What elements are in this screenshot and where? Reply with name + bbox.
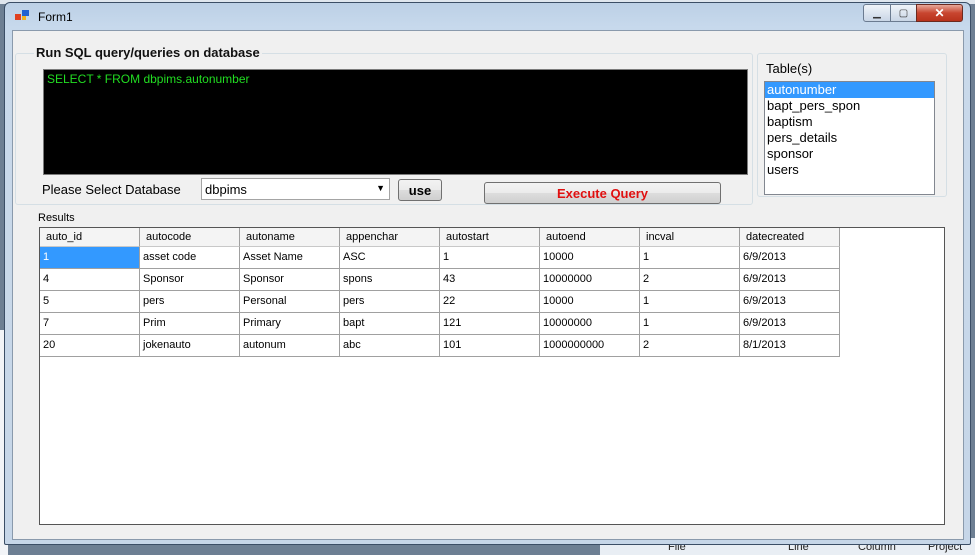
grid-cell[interactable]: spons bbox=[340, 269, 440, 291]
grid-cell[interactable]: 1 bbox=[40, 247, 140, 269]
grid-cell[interactable]: 10000000 bbox=[540, 269, 640, 291]
database-label: Please Select Database bbox=[42, 182, 181, 197]
grid-cell[interactable]: 1 bbox=[440, 247, 540, 269]
dropdown-arrow-icon[interactable]: ▼ bbox=[376, 183, 385, 193]
grid-cell[interactable]: Sponsor bbox=[140, 269, 240, 291]
column-header-autostart[interactable]: autostart bbox=[440, 228, 540, 247]
use-button[interactable]: use bbox=[398, 179, 442, 201]
window-title: Form1 bbox=[38, 10, 73, 24]
form-window: Form1 ▁ ▢ ✕ Run SQL query/queries on dat… bbox=[4, 2, 971, 545]
grid-cell[interactable]: 22 bbox=[440, 291, 540, 313]
grid-cell[interactable]: 6/9/2013 bbox=[740, 313, 840, 335]
grid-cell[interactable]: pers bbox=[140, 291, 240, 313]
table-row[interactable]: 1 asset code Asset Name ASC 1 10000 1 6/… bbox=[40, 247, 944, 269]
grid-cell[interactable]: 8/1/2013 bbox=[740, 335, 840, 357]
grid-cell[interactable]: asset code bbox=[140, 247, 240, 269]
sql-group-title: Run SQL query/queries on database bbox=[34, 45, 262, 60]
grid-cell[interactable]: pers bbox=[340, 291, 440, 313]
grid-cell[interactable]: Prim bbox=[140, 313, 240, 335]
grid-cell[interactable]: jokenauto bbox=[140, 335, 240, 357]
grid-cell[interactable]: ASC bbox=[340, 247, 440, 269]
grid-cell[interactable]: 7 bbox=[40, 313, 140, 335]
grid-cell[interactable]: 5 bbox=[40, 291, 140, 313]
tables-group-title: Table(s) bbox=[764, 61, 815, 76]
grid-cell[interactable]: 4 bbox=[40, 269, 140, 291]
table-item-baptism[interactable]: baptism bbox=[765, 114, 934, 130]
close-button[interactable]: ✕ bbox=[916, 4, 963, 22]
table-item-pers-details[interactable]: pers_details bbox=[765, 130, 934, 146]
grid-cell[interactable]: Asset Name bbox=[240, 247, 340, 269]
column-header-incval[interactable]: incval bbox=[640, 228, 740, 247]
grid-cell[interactable]: 10000 bbox=[540, 247, 640, 269]
grid-cell[interactable]: 6/9/2013 bbox=[740, 269, 840, 291]
column-header-autoend[interactable]: autoend bbox=[540, 228, 640, 247]
maximize-button[interactable]: ▢ bbox=[890, 4, 917, 22]
table-row[interactable]: 5 pers Personal pers 22 10000 1 6/9/2013 bbox=[40, 291, 944, 313]
grid-cell[interactable]: Primary bbox=[240, 313, 340, 335]
column-header-autoname[interactable]: autoname bbox=[240, 228, 340, 247]
table-item-users[interactable]: users bbox=[765, 162, 934, 178]
close-icon: ✕ bbox=[934, 6, 945, 20]
table-row[interactable]: 20 jokenauto autonum abc 101 1000000000 … bbox=[40, 335, 944, 357]
grid-cell[interactable]: abc bbox=[340, 335, 440, 357]
database-selected-value: dbpims bbox=[205, 182, 247, 197]
app-icon bbox=[15, 10, 29, 20]
grid-cell[interactable]: 2 bbox=[640, 335, 740, 357]
results-group-title: Results bbox=[38, 212, 75, 224]
minimize-icon: ▁ bbox=[873, 7, 881, 19]
grid-cell[interactable]: 1 bbox=[640, 247, 740, 269]
grid-cell[interactable]: 43 bbox=[440, 269, 540, 291]
column-header-appenchar[interactable]: appenchar bbox=[340, 228, 440, 247]
sql-query-textbox[interactable]: SELECT * FROM dbpims.autonumber bbox=[43, 69, 748, 175]
table-row[interactable]: 4 Sponsor Sponsor spons 43 10000000 2 6/… bbox=[40, 269, 944, 291]
form-client-area: Run SQL query/queries on database SELECT… bbox=[12, 30, 964, 540]
grid-cell[interactable]: Personal bbox=[240, 291, 340, 313]
results-datagrid[interactable]: auto_id autocode autoname appenchar auto… bbox=[39, 227, 945, 525]
grid-cell[interactable]: bapt bbox=[340, 313, 440, 335]
grid-cell[interactable]: 10000000 bbox=[540, 313, 640, 335]
grid-header-row: auto_id autocode autoname appenchar auto… bbox=[40, 228, 944, 247]
column-header-auto-id[interactable]: auto_id bbox=[40, 228, 140, 247]
grid-cell[interactable]: autonum bbox=[240, 335, 340, 357]
grid-cell[interactable]: 121 bbox=[440, 313, 540, 335]
grid-cell[interactable]: Sponsor bbox=[240, 269, 340, 291]
table-item-autonumber[interactable]: autonumber bbox=[765, 82, 934, 98]
title-bar[interactable]: Form1 ▁ ▢ ✕ bbox=[5, 3, 970, 29]
minimize-button[interactable]: ▁ bbox=[863, 4, 891, 22]
table-row[interactable]: 7 Prim Primary bapt 121 10000000 1 6/9/2… bbox=[40, 313, 944, 335]
maximize-icon: ▢ bbox=[898, 7, 909, 19]
column-header-datecreated[interactable]: datecreated bbox=[740, 228, 840, 247]
grid-cell[interactable]: 10000 bbox=[540, 291, 640, 313]
tables-listbox[interactable]: autonumber bapt_pers_spon baptism pers_d… bbox=[764, 81, 935, 195]
grid-cell[interactable]: 2 bbox=[640, 269, 740, 291]
table-item-bapt-pers-spon[interactable]: bapt_pers_spon bbox=[765, 98, 934, 114]
column-header-autocode[interactable]: autocode bbox=[140, 228, 240, 247]
grid-cell[interactable]: 101 bbox=[440, 335, 540, 357]
execute-query-button[interactable]: Execute Query bbox=[484, 182, 721, 204]
table-item-sponsor[interactable]: sponsor bbox=[765, 146, 934, 162]
database-select[interactable]: dbpims ▼ bbox=[201, 178, 390, 200]
grid-cell[interactable]: 1 bbox=[640, 291, 740, 313]
grid-cell[interactable]: 1 bbox=[640, 313, 740, 335]
grid-cell[interactable]: 6/9/2013 bbox=[740, 291, 840, 313]
grid-cell[interactable]: 1000000000 bbox=[540, 335, 640, 357]
grid-cell[interactable]: 6/9/2013 bbox=[740, 247, 840, 269]
grid-cell[interactable]: 20 bbox=[40, 335, 140, 357]
